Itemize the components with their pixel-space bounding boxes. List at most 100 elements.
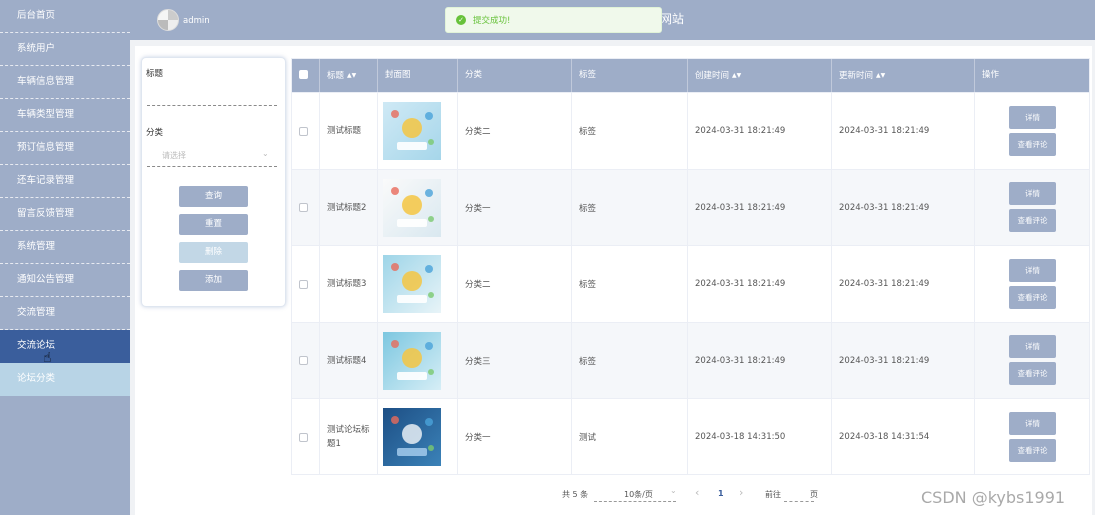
- sidebar-item-forum-category[interactable]: 论坛分类: [0, 363, 130, 396]
- cell-created: 2024-03-31 18:21:49: [688, 323, 832, 398]
- header-created-label: 创建时间: [695, 71, 730, 81]
- title-label: 标题: [146, 69, 164, 79]
- cell-title: 测试标题3: [320, 246, 378, 322]
- sidebar-item-return-records[interactable]: 还车记录管理: [0, 165, 130, 198]
- header-category: 分类: [458, 59, 572, 92]
- header-updated[interactable]: 更新时间 ▲▼: [832, 59, 975, 92]
- next-page-icon[interactable]: ›: [739, 486, 743, 499]
- mouse-pointer-icon: ☝: [43, 350, 52, 366]
- cover-illustration: [391, 263, 434, 303]
- cover-illustration: [391, 416, 434, 456]
- row-select-cell: [292, 170, 320, 245]
- check-circle-icon: ✓: [456, 15, 466, 25]
- cell-tag: 标签: [572, 170, 688, 245]
- add-button[interactable]: 添加: [179, 270, 248, 291]
- view-comments-button[interactable]: 查看评论: [1009, 362, 1056, 385]
- header-title-label: 标题: [327, 71, 345, 81]
- sidebar-item-home[interactable]: 后台首页: [0, 0, 130, 33]
- category-label: 分类: [146, 128, 164, 138]
- cell-created: 2024-03-31 18:21:49: [688, 246, 832, 322]
- data-table: 标题 ▲▼ 封面图 分类 标签 创建时间 ▲▼ 更新时间 ▲▼ 操作 测试标题 分类二标…: [291, 58, 1090, 475]
- query-button[interactable]: 查询: [179, 186, 248, 207]
- current-page[interactable]: 1: [718, 489, 724, 498]
- row-checkbox[interactable]: [299, 356, 308, 365]
- cell-category: 分类二: [458, 246, 572, 322]
- header-tag-label: 标签: [579, 70, 597, 80]
- row-select-cell: [292, 93, 320, 169]
- page-suffix: 页: [810, 490, 818, 499]
- cell-updated: 2024-03-31 18:21:49: [832, 323, 975, 398]
- cell-cover: [378, 399, 458, 475]
- avatar[interactable]: [157, 9, 179, 31]
- row-select-cell: [292, 323, 320, 398]
- goto-page-input[interactable]: [784, 501, 814, 502]
- sidebar-item-announcements[interactable]: 通知公告管理: [0, 264, 130, 297]
- cover-image: [383, 255, 441, 313]
- cell-created: 2024-03-18 14:31:50: [688, 399, 832, 475]
- cover-illustration: [391, 186, 434, 227]
- detail-button[interactable]: 详情: [1009, 335, 1056, 358]
- detail-button[interactable]: 详情: [1009, 259, 1056, 282]
- row-checkbox[interactable]: [299, 279, 308, 289]
- sidebar-item-feedback[interactable]: 留言反馈管理: [0, 198, 130, 231]
- sidebar-item-exchange[interactable]: 交流管理: [0, 297, 130, 330]
- cell-cover: [378, 93, 458, 169]
- cover-image: [383, 408, 441, 466]
- cell-category: 分类三: [458, 323, 572, 398]
- row-select-cell: [292, 246, 320, 322]
- cell-updated: 2024-03-18 14:31:54: [832, 399, 975, 475]
- sort-icon[interactable]: ▲▼: [876, 72, 885, 79]
- header-created[interactable]: 创建时间 ▲▼: [688, 59, 832, 92]
- view-comments-button[interactable]: 查看评论: [1009, 439, 1056, 462]
- category-select-underline: [147, 166, 277, 167]
- delete-button[interactable]: 删除: [179, 242, 248, 263]
- sidebar-item-system-admin[interactable]: 系统管理: [0, 231, 130, 264]
- cell-category: 分类一: [458, 170, 572, 245]
- view-comments-button[interactable]: 查看评论: [1009, 209, 1056, 232]
- table-row: 测试标题4 分类三 标签 2024-03-31 18:21:49 2024-03-31 …: [292, 322, 1089, 398]
- chevron-down-icon[interactable]: ⌄: [670, 486, 677, 495]
- pagination-total: 共 5 条: [562, 490, 589, 499]
- cell-actions: [975, 399, 1089, 475]
- row-checkbox[interactable]: [299, 126, 308, 136]
- sidebar-item-vehicle-info[interactable]: 车辆信息管理: [0, 66, 130, 99]
- chevron-down-icon[interactable]: ⌄: [262, 149, 269, 158]
- sort-icon[interactable]: ▲▼: [732, 72, 741, 79]
- cell-updated: 2024-03-31 18:21:49: [832, 170, 975, 245]
- toast-message: 提交成功!: [473, 16, 511, 26]
- page-size-select[interactable]: 10条/页: [624, 489, 653, 500]
- cover-illustration: [391, 339, 434, 380]
- reset-button[interactable]: 重置: [179, 214, 248, 235]
- cover-image: [383, 331, 441, 390]
- sidebar-item-system-users[interactable]: 系统用户: [0, 33, 130, 66]
- sidebar-item-booking[interactable]: 预订信息管理: [0, 132, 130, 165]
- select-all-checkbox[interactable]: [299, 70, 308, 79]
- header-cover-label: 封面图: [385, 70, 411, 80]
- cell-title: 测试标题2: [320, 170, 378, 245]
- title-input[interactable]: [147, 105, 277, 106]
- cell-cover: [378, 246, 458, 322]
- cell-title: 测试论坛标题1: [320, 399, 378, 475]
- detail-button[interactable]: 详情: [1009, 412, 1056, 435]
- cover-illustration: [391, 110, 434, 150]
- cell-category: 分类二: [458, 93, 572, 169]
- cell-tag: 标签: [572, 93, 688, 169]
- row-checkbox[interactable]: [299, 432, 308, 442]
- success-toast: ✓ 提交成功!: [445, 7, 662, 33]
- cell-title: 测试标题: [320, 93, 378, 169]
- header-updated-label: 更新时间: [839, 71, 874, 81]
- row-checkbox[interactable]: [299, 203, 308, 212]
- view-comments-button[interactable]: 查看评论: [1009, 286, 1056, 309]
- detail-button[interactable]: 详情: [1009, 182, 1056, 205]
- sidebar-item-vehicle-type[interactable]: 车辆类型管理: [0, 99, 130, 132]
- prev-page-icon[interactable]: ‹: [695, 486, 699, 499]
- category-select[interactable]: 请选择: [162, 150, 186, 161]
- header-select-all[interactable]: [292, 59, 320, 92]
- view-comments-button[interactable]: 查看评论: [1009, 133, 1056, 156]
- sidebar-item-forum[interactable]: 交流论坛: [0, 330, 130, 363]
- detail-button[interactable]: 详情: [1009, 106, 1056, 129]
- cell-tag: 标签: [572, 246, 688, 322]
- sort-icon[interactable]: ▲▼: [347, 72, 356, 79]
- header-title[interactable]: 标题 ▲▼: [320, 59, 378, 92]
- goto-label: 前往: [765, 490, 781, 499]
